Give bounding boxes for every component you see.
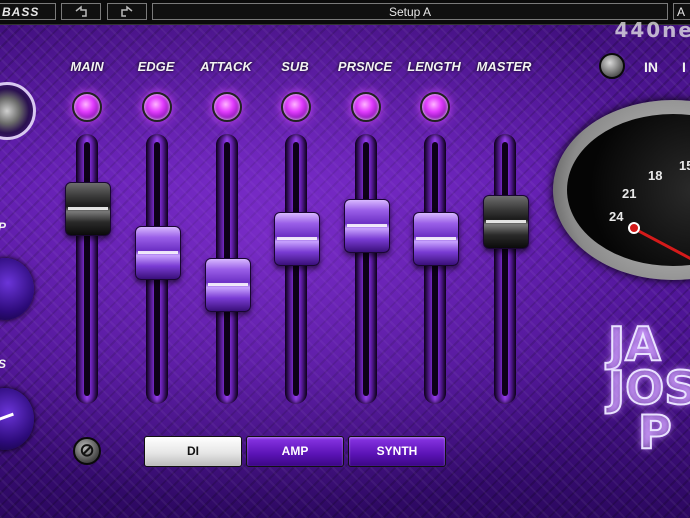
- meter-needle: [633, 227, 690, 268]
- left-knob-1[interactable]: [0, 258, 34, 320]
- knob-indicator: [0, 412, 14, 423]
- fader-length[interactable]: [413, 88, 459, 406]
- fader-label-master: MASTER: [476, 59, 532, 74]
- presence-led[interactable]: [351, 92, 381, 122]
- plugin-brand: BASS: [0, 3, 56, 20]
- meter-pivot: [628, 222, 640, 234]
- mode-synth-button[interactable]: SYNTH: [348, 436, 446, 467]
- sub-led[interactable]: [281, 92, 311, 122]
- plugin-window: BASS Setup A A 440ne MAIN EDGE ATTACK SU…: [0, 0, 690, 518]
- fader-label-presence: PRSNCE: [337, 59, 393, 74]
- mode-amp-button[interactable]: AMP: [246, 436, 344, 467]
- meter-tick: 21: [622, 186, 637, 201]
- meter-tick: 15: [679, 158, 690, 173]
- attack-led[interactable]: [212, 92, 242, 122]
- fader-track: [285, 134, 307, 404]
- mode-di-button[interactable]: DI: [144, 436, 242, 467]
- fader-edge[interactable]: [135, 88, 181, 406]
- fader-label-sub: SUB: [281, 59, 309, 74]
- fader-label-edge: EDGE: [137, 59, 175, 74]
- left-knob-label-1: P: [0, 220, 6, 234]
- logo-line-2: JOS: [607, 361, 690, 415]
- fader-track: [494, 134, 516, 404]
- input-label-cut: I: [682, 59, 686, 75]
- left-top-knob[interactable]: [0, 82, 36, 140]
- fader-handle[interactable]: [413, 212, 459, 267]
- edge-led[interactable]: [142, 92, 172, 122]
- redo-button[interactable]: [107, 3, 147, 20]
- fader-handle[interactable]: [483, 195, 529, 250]
- fader-handle[interactable]: [205, 258, 251, 313]
- length-led[interactable]: [420, 92, 450, 122]
- fader-handle[interactable]: [274, 212, 320, 267]
- fader-main[interactable]: [65, 88, 111, 406]
- mode-selector: DI AMP SYNTH: [144, 436, 446, 468]
- input-label: IN: [644, 59, 658, 75]
- fader-sub[interactable]: [274, 88, 320, 406]
- fader-track: [424, 134, 446, 404]
- brand-logo: JA JOS P: [607, 317, 690, 459]
- logo-line-1: JA: [607, 317, 662, 371]
- left-knob-label-2: S: [0, 357, 6, 371]
- vu-meter-face: 24 21 18 15: [567, 114, 690, 268]
- preset-selector[interactable]: Setup A: [152, 3, 668, 20]
- fader-handle[interactable]: [65, 181, 111, 236]
- fader-handle[interactable]: [135, 225, 181, 280]
- main-led[interactable]: [72, 92, 102, 122]
- fader-attack[interactable]: [205, 88, 251, 406]
- fader-track: [76, 134, 98, 404]
- fader-track: [355, 134, 377, 404]
- left-knob-2[interactable]: [0, 388, 34, 450]
- undo-button[interactable]: [61, 3, 101, 20]
- fader-label-length: LENGTH: [407, 59, 461, 74]
- fader-handle[interactable]: [344, 199, 390, 254]
- meter-tick: 24: [609, 209, 624, 224]
- vu-meter: 24 21 18 15: [553, 100, 690, 280]
- undo-icon: [75, 5, 87, 17]
- fader-presence[interactable]: [344, 88, 390, 406]
- redo-icon: [121, 5, 133, 17]
- fader-label-main: MAIN: [70, 59, 104, 74]
- logo-line-3: P: [637, 405, 673, 459]
- meter-tick: 18: [648, 168, 663, 183]
- fader-master[interactable]: [483, 88, 529, 406]
- input-button[interactable]: [599, 53, 625, 79]
- top-toolbar: BASS Setup A A: [0, 0, 690, 25]
- bypass-icon[interactable]: ⊘: [73, 437, 101, 465]
- watermark: 440ne: [614, 18, 690, 42]
- fader-label-attack: ATTACK: [200, 59, 252, 74]
